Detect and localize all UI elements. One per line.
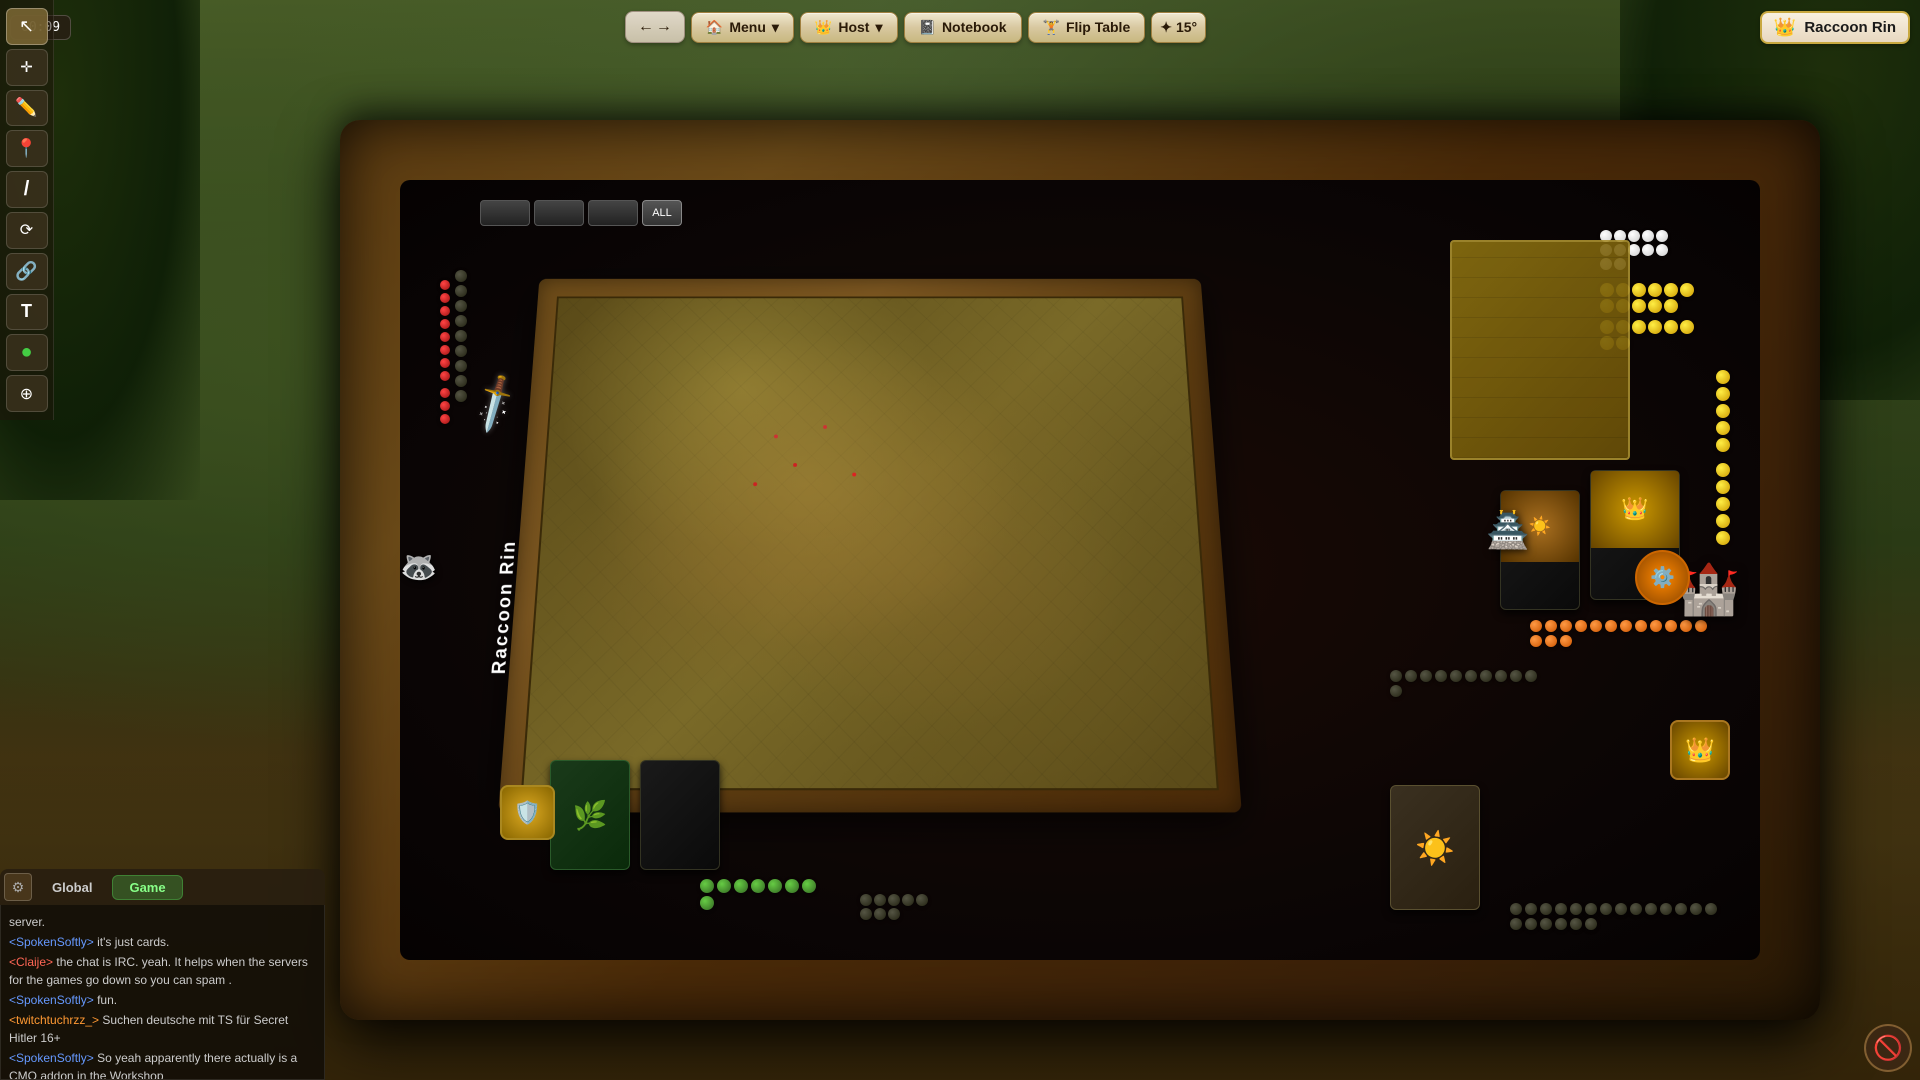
link-tool[interactable]: 🔗 [6, 253, 48, 290]
back-icon: ← [638, 18, 654, 36]
flip-icon: 🏋️ [1043, 19, 1060, 36]
chat-tab-game[interactable]: Game [112, 875, 182, 900]
game-tab-label: Game [129, 880, 165, 895]
dark-tokens-bottom-right [1510, 903, 1730, 930]
prohibit-icon: 🚫 [1873, 1034, 1903, 1063]
host-button[interactable]: 👑 Host ▾ [800, 12, 898, 43]
user-badge: 👑 Raccoon Rin [1760, 11, 1910, 44]
yellow-column-right [1716, 370, 1730, 545]
map-paths [535, 307, 1206, 777]
sun-card-bottom[interactable]: ☀️ [1390, 785, 1480, 910]
table-surface: Raccoon Rin 🗡️ 🦝 ALL [340, 120, 1820, 1020]
chat-message-2: <Claije> the chat is IRC. yeah. It helps… [9, 953, 316, 989]
top-btn-2[interactable] [534, 200, 584, 226]
green-card[interactable]: 🌿 [550, 760, 630, 870]
bottom-cards-row: 🌿 [550, 760, 720, 870]
table-felt: Raccoon Rin 🗡️ 🦝 ALL [400, 180, 1760, 960]
flip-table-label: Flip Table [1066, 19, 1130, 35]
top-btn-all[interactable]: ALL [642, 200, 682, 226]
color-icon: ● [20, 341, 32, 364]
menu-button[interactable]: 🏠 Menu ▾ [691, 12, 794, 43]
map-markers [774, 434, 778, 438]
chat-messages: server. <SpokenSoftly> it's just cards. … [0, 905, 325, 1080]
chat-message-1: <SpokenSoftly> it's just cards. [9, 933, 316, 951]
crown-icon: 👑 [815, 19, 832, 36]
home-icon: 🏠 [706, 19, 723, 36]
dark-tokens-bottom [860, 894, 940, 920]
green-tokens-bottom [700, 879, 820, 910]
top-btn-3[interactable] [588, 200, 638, 226]
game-board-frame[interactable]: Raccoon Rin [498, 279, 1242, 813]
angle-icon: ✦ [1160, 19, 1172, 36]
menu-label: Menu [729, 19, 766, 35]
notebook-label: Notebook [942, 19, 1007, 35]
menu-chevron-icon: ▾ [772, 19, 779, 36]
flip-table-button[interactable]: 🏋️ Flip Table [1028, 12, 1146, 43]
color-tool[interactable]: ● [6, 334, 48, 371]
top-buttons-row: ALL [480, 200, 682, 226]
yellow-score-card[interactable] [1450, 240, 1630, 460]
chat-panel: ⚙ Global Game server. <SpokenSoftly> it'… [0, 869, 325, 1080]
angle-button[interactable]: ✦ 15° [1151, 12, 1206, 43]
game-map [521, 296, 1219, 790]
link-icon: 🔗 [15, 261, 37, 282]
orange-tokens-area [1530, 620, 1710, 647]
transform-icon: ✛ [20, 58, 33, 76]
left-toolbar: ↖ ✛ ✏️ 📍 / ⟳ 🔗 T ● ⊕ [0, 0, 54, 420]
username: Raccoon Rin [1804, 19, 1896, 36]
user-crown-icon: 👑 [1774, 17, 1796, 38]
chat-message-5: <SpokenSoftly> So yeah apparently there … [9, 1049, 316, 1080]
notebook-button[interactable]: 📓 Notebook [904, 12, 1022, 43]
chat-message-4: <twitchtuchrzz_> Suchen deutsche mit TS … [9, 1011, 316, 1047]
chat-settings-button[interactable]: ⚙ [4, 873, 32, 901]
ruler-icon: / [24, 178, 30, 201]
chat-message-3: <SpokenSoftly> fun. [9, 991, 316, 1009]
chat-message-0: server. [9, 913, 316, 931]
dark-track [455, 270, 467, 402]
chat-tab-global[interactable]: Global [36, 876, 108, 899]
back-forward-button[interactable]: ← → [625, 11, 685, 43]
forward-icon: → [656, 18, 672, 36]
cursor-tool[interactable]: ↖ [6, 8, 48, 45]
pencil-tool[interactable]: ✏️ [6, 90, 48, 127]
topbar: 60:09 ← → 🏠 Menu ▾ 👑 Host ▾ 📓 Notebook 🏋… [0, 0, 1920, 54]
red-track [440, 280, 450, 424]
notebook-icon: 📓 [919, 19, 936, 36]
dagger-piece[interactable]: 🗡️ [462, 371, 529, 437]
gold-button-bottom-left[interactable]: 🛡️ [500, 785, 555, 840]
top-btn-1[interactable] [480, 200, 530, 226]
host-label: Host [838, 19, 869, 35]
nav-center: ← → 🏠 Menu ▾ 👑 Host ▾ 📓 Notebook 🏋️ Flip… [625, 11, 1206, 43]
game-table: Raccoon Rin 🗡️ 🦝 ALL [340, 120, 1820, 1020]
bottom-dark-card[interactable] [640, 760, 720, 870]
pin-icon: 📍 [15, 138, 37, 159]
transform-tool[interactable]: ✛ [6, 49, 48, 86]
pencil-icon: ✏️ [15, 97, 37, 118]
lasso-icon: ⟳ [20, 220, 33, 240]
large-orange-token[interactable]: ⚙️ [1635, 550, 1690, 605]
axis-icon: ⊕ [20, 384, 33, 404]
lasso-tool[interactable]: ⟳ [6, 212, 48, 249]
chat-tabs: ⚙ Global Game [0, 869, 325, 905]
pin-tool[interactable]: 📍 [6, 130, 48, 167]
raccoon-figure[interactable]: 🦝 [400, 550, 437, 585]
player-label: Raccoon Rin [488, 540, 520, 674]
dark-tokens-mid [1390, 670, 1540, 697]
text-icon: T [21, 301, 32, 322]
angle-value: 15° [1176, 19, 1197, 35]
global-tab-label: Global [52, 880, 92, 895]
prohibit-button[interactable]: 🚫 [1864, 1024, 1912, 1072]
host-chevron-icon: ▾ [875, 19, 882, 36]
crown-token[interactable]: 👑 [1670, 720, 1730, 780]
castle-piece-mid[interactable]: 🏯 [1486, 510, 1530, 551]
text-tool[interactable]: T [6, 294, 48, 331]
cursor-icon: ↖ [19, 16, 34, 37]
axis-tool[interactable]: ⊕ [6, 375, 48, 412]
ruler-tool[interactable]: / [6, 171, 48, 208]
